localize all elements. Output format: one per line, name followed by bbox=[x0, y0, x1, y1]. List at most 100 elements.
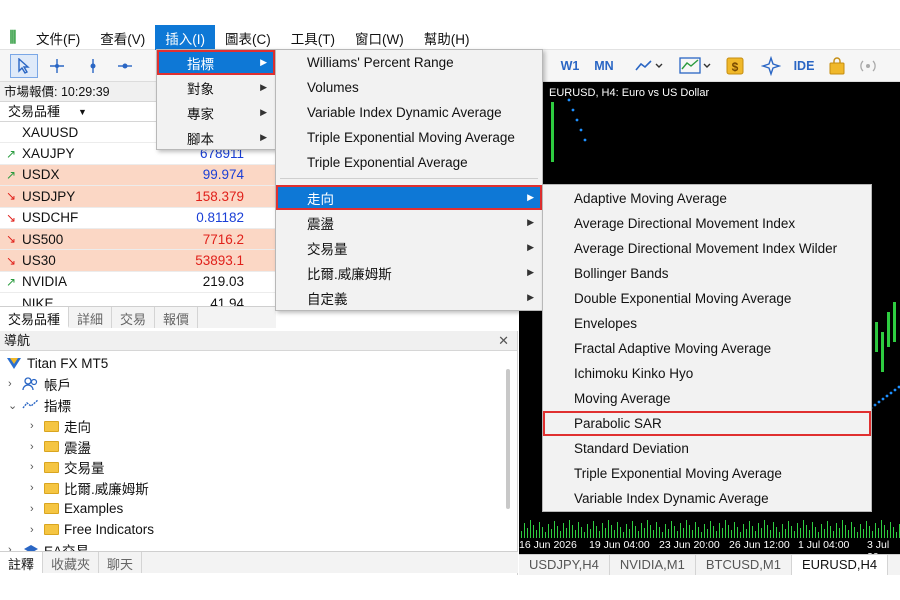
signal-icon[interactable] bbox=[856, 54, 880, 78]
chevron-right-icon[interactable]: › bbox=[30, 503, 44, 515]
tree-folder[interactable]: › Free Indicators bbox=[30, 520, 154, 540]
close-icon[interactable]: ✕ bbox=[498, 331, 509, 351]
crosshair-icon[interactable] bbox=[44, 54, 70, 78]
menu-item-trend-indicator[interactable]: Fractal Adaptive Moving Average bbox=[543, 336, 871, 361]
menu-item-trend-indicator[interactable]: Standard Deviation bbox=[543, 436, 871, 461]
tree-root[interactable]: Titan FX MT5 bbox=[6, 353, 108, 373]
menu-item-category[interactable]: 走向 ▶ bbox=[276, 185, 542, 210]
tab-favorites[interactable]: 收藏夾 bbox=[43, 552, 100, 573]
menu-file[interactable]: 文件(F) bbox=[26, 25, 90, 51]
menu-item-category[interactable]: 交易量 ▶ bbox=[276, 235, 542, 260]
market-watch-row[interactable]: ↘ USDJPY 158.379 bbox=[0, 186, 275, 208]
horizontal-line-icon[interactable] bbox=[112, 54, 138, 78]
menu-item-trend-indicator[interactable]: Average Directional Movement Index Wilde… bbox=[543, 236, 871, 261]
tab-symbols[interactable]: 交易品種 bbox=[0, 307, 70, 328]
market-bag-icon[interactable] bbox=[826, 54, 848, 78]
volume-bar bbox=[761, 528, 762, 538]
navigator-scrollbar[interactable] bbox=[506, 369, 510, 509]
chart-tab-nvidia[interactable]: NVIDIA,M1 bbox=[610, 555, 696, 575]
tree-item-indicators[interactable]: ⌄ 指標 bbox=[8, 395, 71, 415]
market-watch-row[interactable]: ↗ NVIDIA 219.03 bbox=[0, 271, 275, 294]
tab-chat[interactable]: 聊天 bbox=[99, 552, 143, 573]
volume-bar bbox=[746, 529, 747, 538]
menu-view[interactable]: 查看(V) bbox=[90, 25, 155, 51]
tree-folder[interactable]: › 震盪 bbox=[30, 437, 91, 457]
dollar-icon[interactable]: $ bbox=[724, 54, 746, 78]
volume-bar bbox=[650, 525, 651, 538]
symbol-price: 219.03 bbox=[202, 274, 244, 290]
menu-item-indicators[interactable]: 指標 ▶ bbox=[157, 50, 275, 75]
market-watch-row[interactable]: ↘ USDCHF 0.81182 bbox=[0, 207, 275, 229]
tree-folder[interactable]: › 走向 bbox=[30, 416, 91, 436]
market-watch-row[interactable]: ↘ US30 53893.1 bbox=[0, 250, 275, 272]
chevron-right-icon[interactable]: › bbox=[30, 482, 44, 494]
menu-item-trend-indicator[interactable]: Variable Index Dynamic Average bbox=[543, 486, 871, 511]
menu-item-trend-indicator[interactable]: Double Exponential Moving Average bbox=[543, 286, 871, 311]
menu-item-indicator[interactable]: Williams' Percent Range bbox=[276, 50, 542, 75]
tree-item-accounts[interactable]: › 帳戶 bbox=[8, 374, 71, 394]
tab-ticks[interactable]: 報價 bbox=[155, 307, 199, 328]
menu-item-objects[interactable]: 對象 ▶ bbox=[157, 75, 275, 100]
volume-bar bbox=[659, 527, 660, 538]
menu-item-trend-indicator[interactable]: Moving Average bbox=[543, 386, 871, 411]
tree-folder[interactable]: › 比爾.威廉姆斯 bbox=[30, 478, 149, 498]
volume-bar bbox=[728, 525, 729, 538]
candle bbox=[881, 332, 884, 372]
menu-item-trend-indicator[interactable]: Bollinger Bands bbox=[543, 261, 871, 286]
chevron-down-icon[interactable]: ⌄ bbox=[8, 399, 22, 412]
menu-item-indicator[interactable]: Volumes bbox=[276, 75, 542, 100]
menu-item-label: 震盪 bbox=[307, 216, 334, 232]
tree-folder[interactable]: › Examples bbox=[30, 499, 123, 519]
menu-item-category[interactable]: 比爾.威廉姆斯 ▶ bbox=[276, 260, 542, 285]
tab-details[interactable]: 詳細 bbox=[69, 307, 113, 328]
indicators-list-icon[interactable] bbox=[676, 54, 716, 78]
chart-tab-usdjpy[interactable]: USDJPY,H4 bbox=[519, 555, 610, 575]
chevron-right-icon[interactable]: › bbox=[30, 441, 44, 453]
timeframe-mn-button[interactable]: MN bbox=[590, 54, 618, 78]
chevron-right-icon[interactable]: › bbox=[30, 420, 44, 432]
volume-bar bbox=[656, 522, 657, 538]
menu-item-label: 比爾.威廉姆斯 bbox=[307, 266, 392, 282]
chevron-right-icon[interactable]: › bbox=[8, 378, 22, 390]
volume-bar bbox=[680, 523, 681, 538]
menu-item-trend-indicator[interactable]: Adaptive Moving Average bbox=[543, 186, 871, 211]
menu-item-trend-indicator[interactable]: Envelopes bbox=[543, 311, 871, 336]
menu-item-trend-indicator[interactable]: Ichimoku Kinko Hyo bbox=[543, 361, 871, 386]
market-watch-rows: XAUUSD ↗ XAUJPY 678911 ↗ USDX 99.974 ↘ USDJPY 158… bbox=[0, 122, 275, 315]
menu-charts[interactable]: 圖表(C) bbox=[215, 25, 281, 51]
chart-tab-btcusd[interactable]: BTCUSD,M1 bbox=[696, 555, 792, 575]
menu-help[interactable]: 幫助(H) bbox=[414, 25, 480, 51]
menu-item-indicator[interactable]: Variable Index Dynamic Average bbox=[276, 100, 542, 125]
volume-bar bbox=[719, 523, 720, 538]
chart-tab-eurusd[interactable]: EURUSD,H4 bbox=[791, 555, 889, 575]
menu-item-category[interactable]: 自定義 ▶ bbox=[276, 285, 542, 310]
tree-folder[interactable]: › 交易量 bbox=[30, 457, 105, 477]
symbol-column-header[interactable]: 交易品種 bbox=[8, 104, 60, 119]
menu-item-indicator[interactable]: Triple Exponential Moving Average bbox=[276, 125, 542, 150]
vertical-line-icon[interactable] bbox=[80, 54, 106, 78]
menu-item-experts[interactable]: 專家 ▶ bbox=[157, 100, 275, 125]
market-watch-row[interactable]: ↘ US500 7716.2 bbox=[0, 228, 275, 251]
timeframe-w1-button[interactable]: W1 bbox=[557, 54, 583, 78]
ide-button[interactable]: IDE bbox=[790, 54, 818, 78]
chevron-right-icon[interactable]: › bbox=[30, 461, 44, 473]
market-watch-row[interactable]: ↗ USDX 99.974 bbox=[0, 164, 275, 187]
chevron-right-icon[interactable]: › bbox=[30, 524, 44, 536]
menu-item-scripts[interactable]: 腳本 ▶ bbox=[157, 125, 275, 150]
volume-bar bbox=[860, 524, 861, 538]
menu-window[interactable]: 窗口(W) bbox=[345, 25, 414, 51]
chevron-right-icon: ▶ bbox=[527, 267, 534, 277]
cursor-tool-icon[interactable] bbox=[10, 54, 38, 78]
menu-item-indicator[interactable]: Triple Exponential Average bbox=[276, 150, 542, 175]
menu-item-trend-indicator[interactable]: Triple Exponential Moving Average bbox=[543, 461, 871, 486]
line-chart-icon[interactable] bbox=[632, 54, 668, 78]
menu-item-category[interactable]: 震盪 ▶ bbox=[276, 210, 542, 235]
sparkle-icon[interactable] bbox=[758, 54, 784, 78]
menu-item-label: Triple Exponential Moving Average bbox=[307, 130, 515, 145]
tab-notes[interactable]: 註釋 bbox=[0, 552, 44, 573]
tab-trading[interactable]: 交易 bbox=[112, 307, 156, 328]
menu-item-trend-indicator[interactable]: Average Directional Movement Index bbox=[543, 211, 871, 236]
menu-insert[interactable]: 插入(I) bbox=[155, 24, 215, 51]
menu-item-trend-indicator[interactable]: Parabolic SAR bbox=[543, 411, 871, 436]
menu-tools[interactable]: 工具(T) bbox=[281, 25, 345, 51]
